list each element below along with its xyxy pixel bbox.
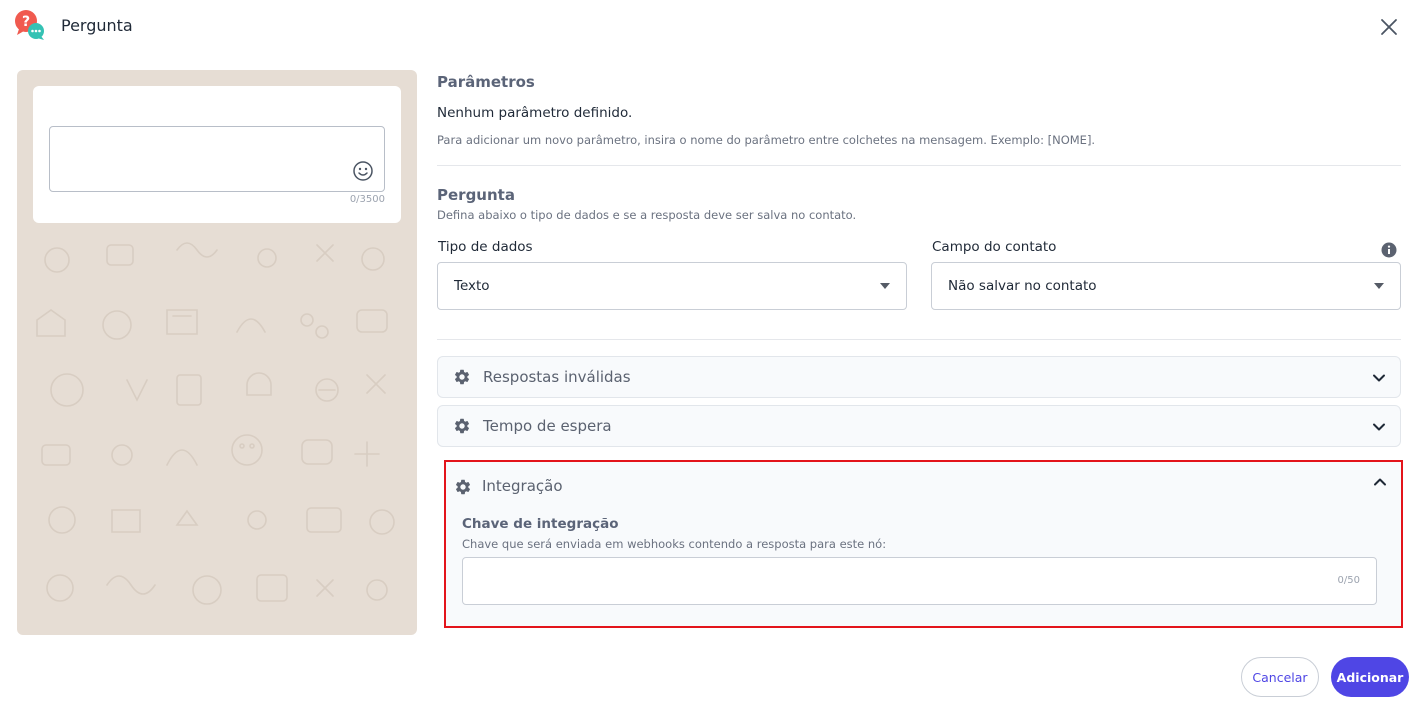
- info-icon[interactable]: [1381, 242, 1397, 258]
- divider: [437, 339, 1401, 340]
- integration-key-hint: Chave que será enviada em webhooks conte…: [462, 537, 887, 551]
- chevron-down-icon: [1372, 419, 1386, 433]
- message-char-counter: 0/3500: [349, 194, 385, 205]
- caret-down-icon: [1374, 283, 1384, 289]
- integration-key-title: Chave de integração: [462, 516, 619, 532]
- close-icon[interactable]: [1376, 14, 1402, 40]
- integration-label[interactable]: Integração: [482, 477, 563, 495]
- gear-icon: [454, 478, 472, 496]
- accordion-invalid-responses[interactable]: Respostas inválidas: [437, 356, 1401, 398]
- contact-field-select[interactable]: Não salvar no contato: [931, 262, 1401, 310]
- accordion-label: Respostas inválidas: [483, 368, 631, 386]
- question-chat-icon: ?: [13, 9, 47, 43]
- accordion-wait-time[interactable]: Tempo de espera: [437, 405, 1401, 447]
- integration-key-counter: 0/50: [1337, 575, 1360, 586]
- parameters-hint: Para adicionar um novo parâmetro, insira…: [437, 133, 1096, 147]
- parameters-title: Parâmetros: [437, 73, 535, 91]
- dialog-header: ? Pergunta: [0, 0, 1425, 54]
- data-type-select[interactable]: Texto: [437, 262, 907, 310]
- chevron-down-icon: [1372, 370, 1386, 384]
- contact-field-label: Campo do contato: [932, 239, 1057, 255]
- accordion-label: Tempo de espera: [483, 417, 612, 435]
- gear-icon: [453, 417, 471, 435]
- integration-key-input[interactable]: 0/50: [462, 557, 1377, 605]
- question-subtitle: Defina abaixo o tipo de dados e se a res…: [437, 208, 857, 222]
- add-button[interactable]: Adicionar: [1331, 657, 1409, 697]
- chevron-up-icon[interactable]: [1373, 474, 1387, 488]
- parameters-empty-text: Nenhum parâmetro definido.: [437, 105, 633, 121]
- message-preview: 0/3500: [17, 70, 417, 635]
- contact-field-value: Não salvar no contato: [948, 278, 1097, 294]
- data-type-label: Tipo de dados: [438, 239, 533, 255]
- smiley-icon[interactable]: [352, 160, 374, 182]
- divider: [437, 165, 1401, 166]
- caret-down-icon: [880, 283, 890, 289]
- dialog-title: Pergunta: [61, 16, 133, 35]
- accordion-integration: Integração Chave de integração Chave que…: [444, 460, 1403, 628]
- message-input[interactable]: [49, 126, 385, 192]
- message-card: 0/3500: [33, 86, 401, 223]
- gear-icon: [453, 368, 471, 386]
- data-type-value: Texto: [454, 278, 490, 294]
- cancel-button[interactable]: Cancelar: [1241, 657, 1319, 697]
- question-title: Pergunta: [437, 186, 515, 204]
